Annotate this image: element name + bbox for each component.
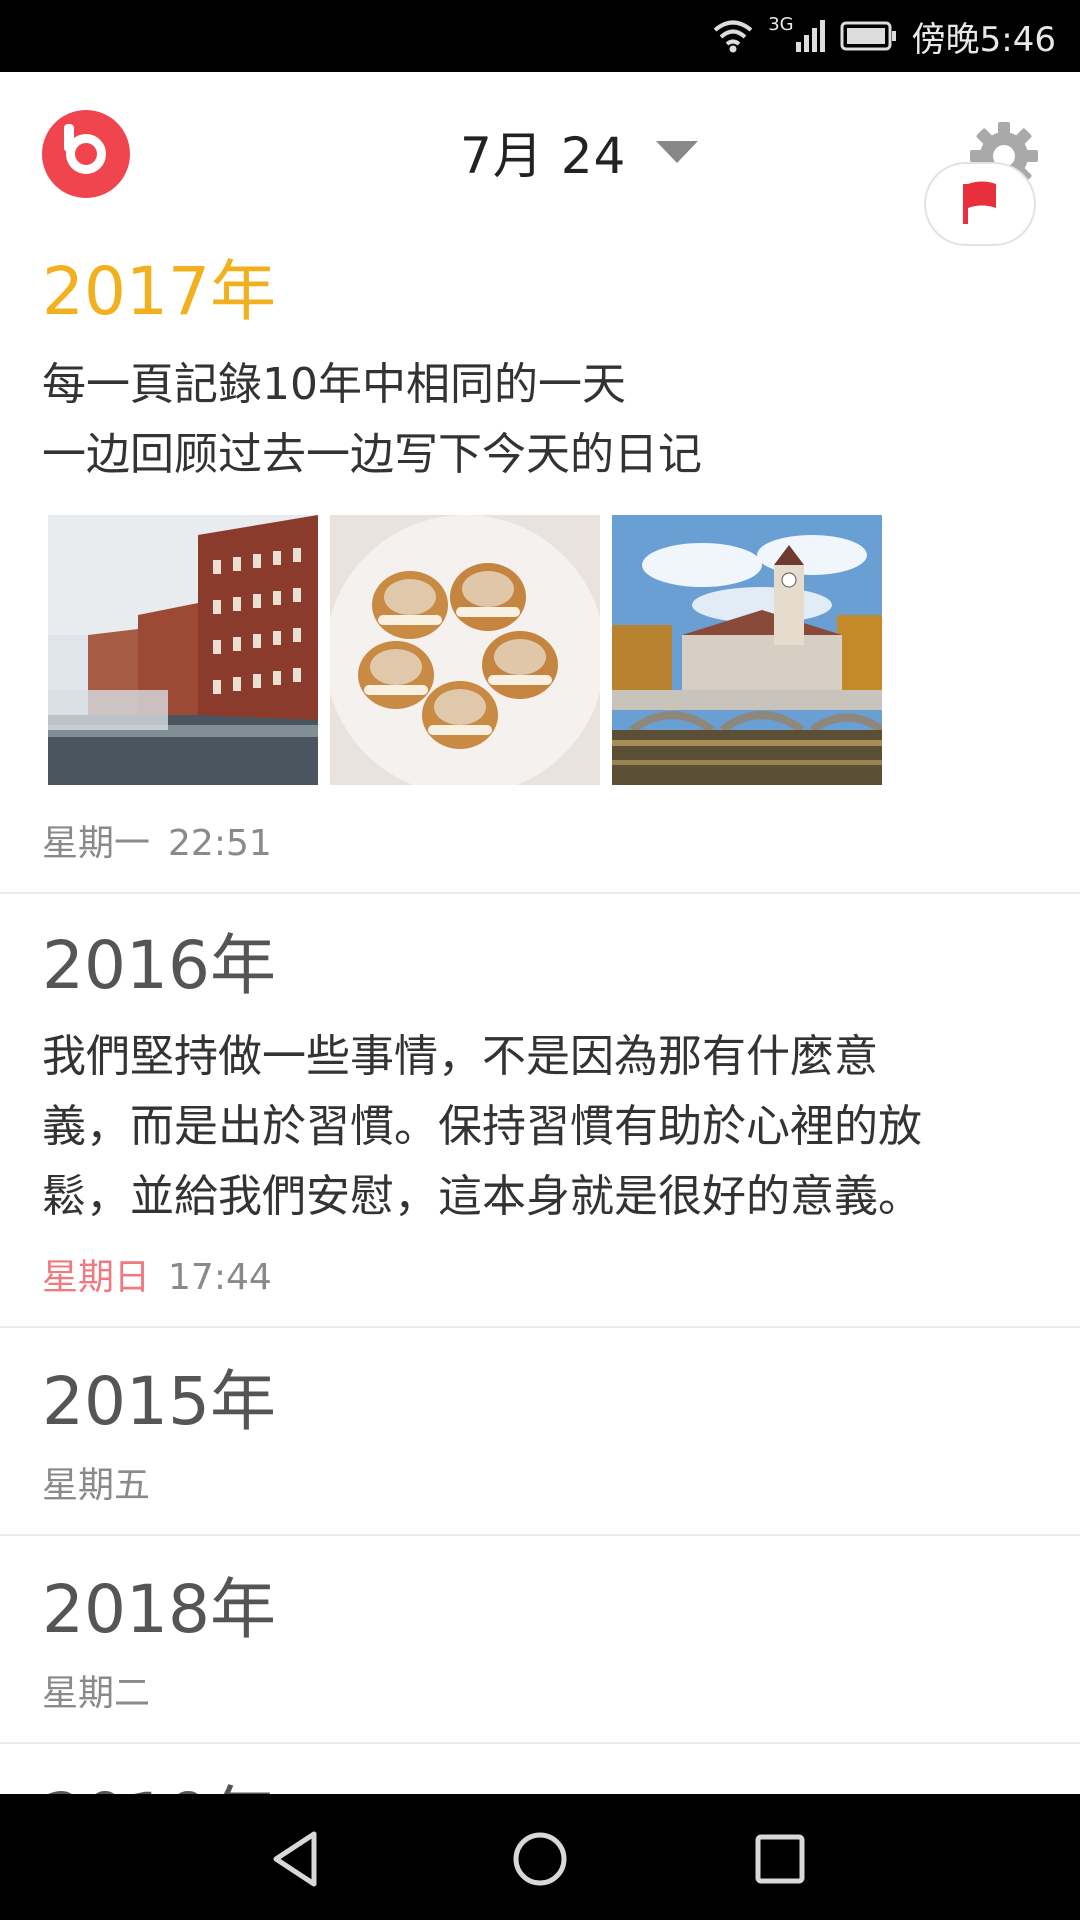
entry-weekday: 星期二 (42, 1673, 151, 1714)
diary-entry-2015[interactable]: 2015年 星期五 (0, 1328, 1080, 1536)
flag-icon (963, 181, 996, 224)
entry-meta: 星期二 (42, 1664, 150, 1716)
network-type: 3G (768, 14, 794, 35)
app-header: 7月 24 (0, 72, 1080, 232)
entry-weekday: 星期日 (42, 1257, 151, 1298)
wifi-icon (713, 20, 753, 53)
entry-weekday: 星期一 (42, 823, 151, 864)
entry-year: 2017年 (42, 253, 276, 330)
home-icon[interactable] (505, 1824, 575, 1894)
date-label: 7月 24 (460, 127, 627, 185)
photo-cream-puffs[interactable] (330, 515, 600, 785)
entry-year: 2018年 (42, 1571, 276, 1648)
dropdown-arrow-icon (656, 141, 699, 163)
app-logo-icon[interactable] (42, 110, 130, 198)
photo-town-hall[interactable] (612, 515, 882, 785)
flag-button[interactable] (924, 162, 1036, 246)
entry-meta: 星期五 (42, 1456, 150, 1508)
battery-icon (840, 21, 896, 51)
entry-year: 2019年 (42, 1764, 276, 1794)
back-icon[interactable] (264, 1824, 334, 1894)
signal-icon (795, 20, 825, 52)
status-bar: 3G 傍晚5:46 (0, 0, 1080, 72)
entry-weekday: 星期五 (42, 1465, 151, 1506)
recents-icon[interactable] (745, 1824, 815, 1894)
diary-entry-2016[interactable]: 2016年 我們堅持做一些事情，不是因為那有什麼意 義，而是出於習慣。保持習慣有… (0, 894, 1080, 1328)
diary-entry-2019[interactable]: 2019年 (0, 1744, 1080, 1794)
system-nav-bar (0, 1794, 1080, 1920)
entry-year: 2015年 (42, 1363, 276, 1440)
status-icons: 3G 傍晚5:46 (712, 0, 1056, 72)
entry-time: 17:44 (168, 1257, 272, 1298)
photo-factory[interactable] (48, 515, 318, 785)
entry-meta: 星期日 17:44 (42, 1248, 272, 1300)
entry-year: 2016年 (42, 927, 276, 1004)
entry-time: 22:51 (168, 823, 272, 864)
status-time: 傍晚5:46 (911, 19, 1056, 60)
entry-meta: 星期一 22:51 (42, 814, 272, 866)
entry-text: 每一頁記錄10年中相同的一天 一边回顾过去一边写下今天的日记 (42, 359, 702, 480)
diary-entry-2018[interactable]: 2018年 星期二 (0, 1536, 1080, 1744)
date-selector[interactable]: 7月 24 (460, 112, 699, 192)
entry-text: 我們堅持做一些事情，不是因為那有什麼意 義，而是出於習慣。保持習慣有助於心裡的放… (42, 1031, 922, 1222)
